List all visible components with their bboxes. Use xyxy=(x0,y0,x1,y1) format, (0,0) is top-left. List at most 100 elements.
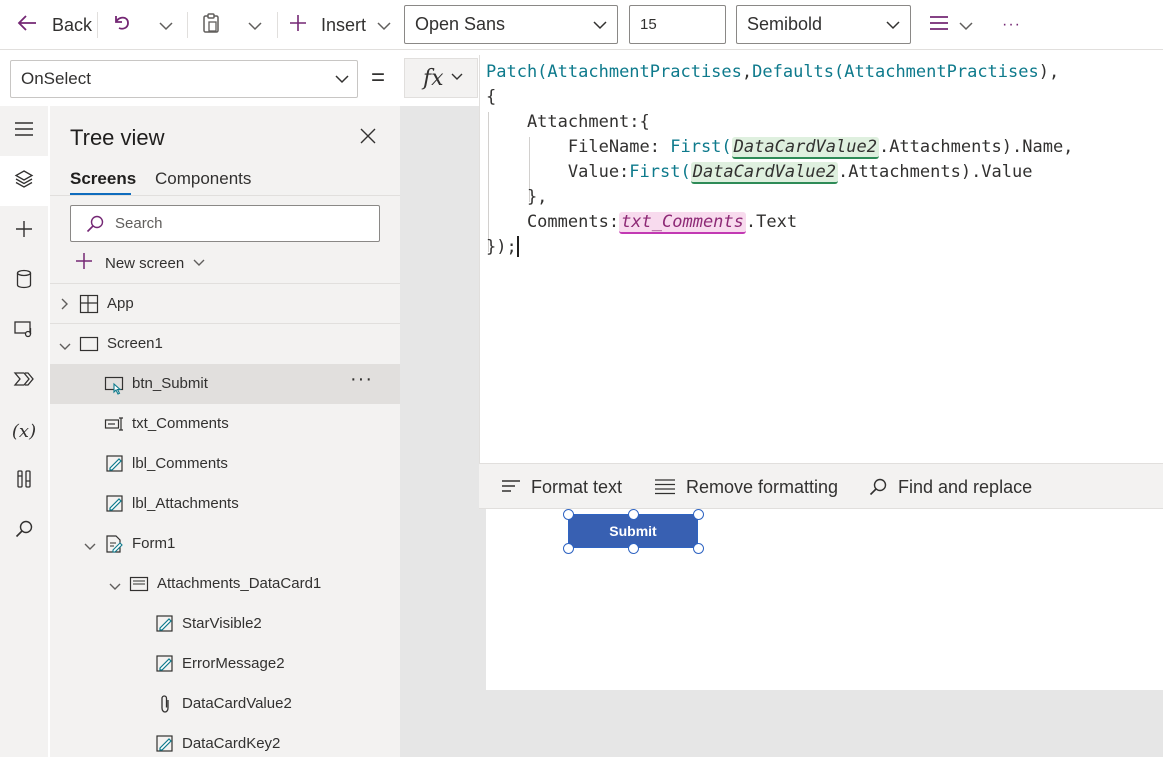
node-label: DataCardValue2 xyxy=(182,695,292,712)
font-weight-select[interactable]: Semibold xyxy=(736,5,911,44)
variables-rail-button[interactable]: (x) xyxy=(0,406,48,456)
resize-handle[interactable] xyxy=(693,509,704,520)
formula-line[interactable]: }); xyxy=(486,235,1073,260)
tree-node-errormessage2[interactable]: ErrorMessage2 xyxy=(50,644,400,684)
font-weight-value: Semibold xyxy=(747,14,823,34)
tree-view-button[interactable] xyxy=(0,156,48,206)
label-control-icon xyxy=(155,654,175,678)
remove-formatting-button[interactable]: Remove formatting xyxy=(654,464,838,510)
chevron-right-icon[interactable] xyxy=(60,297,70,315)
formula-editor[interactable]: Patch(AttachmentPractises,Defaults(Attac… xyxy=(479,55,1163,463)
formula-editor-footer: Format text Remove formatting Find and r… xyxy=(479,463,1163,509)
node-label: ErrorMessage2 xyxy=(182,655,285,672)
node-label: Attachments_DataCard1 xyxy=(157,575,322,592)
insert-button[interactable]: Insert xyxy=(288,0,392,50)
search-icon xyxy=(85,214,105,238)
resize-handle[interactable] xyxy=(563,543,574,554)
chevron-down-icon xyxy=(958,15,974,36)
more-commands-button[interactable]: ··· xyxy=(1002,0,1021,50)
formula-line[interactable]: Attachment:{ xyxy=(486,110,1073,135)
hamburger-menu-button[interactable] xyxy=(0,106,48,156)
find-replace-label: Find and replace xyxy=(898,476,1033,497)
paste-button[interactable] xyxy=(201,0,221,50)
chevron-down-icon xyxy=(376,15,392,36)
resize-handle[interactable] xyxy=(563,509,574,520)
tree-node-txt-comments[interactable]: txt_Comments xyxy=(50,404,400,444)
tree-node-lbl-comments[interactable]: lbl_Comments xyxy=(50,444,400,484)
function-token: AttachmentPractises xyxy=(844,62,1039,82)
code-token: .Text xyxy=(745,212,798,232)
label-control-icon xyxy=(155,734,175,757)
tree-node-form1[interactable]: Form1 xyxy=(50,524,400,564)
paste-dropdown-button[interactable] xyxy=(247,0,263,50)
plus-icon xyxy=(288,13,308,38)
formula-line[interactable]: Patch(AttachmentPractises,Defaults(Attac… xyxy=(486,60,1073,85)
format-text-button[interactable]: Format text xyxy=(501,464,622,510)
tab-components[interactable]: Components xyxy=(155,169,251,189)
node-more-button[interactable]: ··· xyxy=(350,368,373,391)
code-token: ), xyxy=(1038,62,1060,82)
node-label: DataCardKey2 xyxy=(182,735,281,752)
tree-node-btn-submit[interactable]: btn_Submit ··· xyxy=(50,364,400,404)
text-align-button[interactable] xyxy=(928,0,974,50)
format-text-icon xyxy=(501,479,521,495)
font-size-input[interactable]: 15 xyxy=(629,5,726,44)
formula-code[interactable]: Patch(AttachmentPractises,Defaults(Attac… xyxy=(486,60,1073,260)
back-button[interactable]: Back xyxy=(16,0,92,50)
advanced-tools-rail-button[interactable] xyxy=(0,456,48,506)
tree-view-panel: Tree view Screens Components Search New … xyxy=(50,106,400,757)
property-select[interactable]: OnSelect xyxy=(10,60,358,98)
form-icon xyxy=(104,534,124,558)
font-family-value: Open Sans xyxy=(415,14,506,34)
undo-dropdown-button[interactable] xyxy=(158,0,174,50)
flow-icon xyxy=(13,370,35,393)
search-rail-button[interactable] xyxy=(0,506,48,556)
power-automate-rail-button[interactable] xyxy=(0,356,48,406)
search-icon xyxy=(868,477,888,497)
equals-sign: = xyxy=(371,64,386,91)
close-tree-button[interactable] xyxy=(358,126,378,151)
tree-node-datacardvalue2[interactable]: DataCardValue2 xyxy=(50,684,400,724)
tree-node-attachments-datacard1[interactable]: Attachments_DataCard1 xyxy=(50,564,400,604)
text-caret xyxy=(517,236,519,257)
plus-icon xyxy=(74,251,94,275)
chevron-down-icon[interactable] xyxy=(108,579,122,596)
tree-node-app[interactable]: App xyxy=(50,284,400,324)
chevron-down-icon[interactable] xyxy=(83,539,97,556)
insert-rail-button[interactable] xyxy=(0,206,48,256)
tab-screens[interactable]: Screens xyxy=(70,169,136,189)
fx-button[interactable]: fx xyxy=(404,58,478,98)
search-placeholder: Search xyxy=(115,215,163,232)
datacard-icon xyxy=(129,574,149,598)
tree-node-datacardkey2[interactable]: DataCardKey2 xyxy=(50,724,400,757)
formula-line[interactable]: FileName: First(DataCardValue2 .Attachmen… xyxy=(486,135,1073,160)
chevron-down-icon[interactable] xyxy=(58,339,72,356)
tree-node-screen1[interactable]: Screen1 xyxy=(50,324,400,364)
database-icon xyxy=(15,269,33,294)
format-text-label: Format text xyxy=(531,476,623,497)
property-value: OnSelect xyxy=(21,69,91,88)
font-family-select[interactable]: Open Sans xyxy=(404,5,618,44)
data-rail-button[interactable] xyxy=(0,256,48,306)
tree-search-input[interactable]: Search xyxy=(70,205,380,242)
screen-icon xyxy=(79,334,99,358)
formula-line[interactable]: }, xyxy=(486,185,1073,210)
tree-node-lbl-attachments[interactable]: lbl_Attachments xyxy=(50,484,400,524)
label-control-icon xyxy=(105,494,125,518)
code-token: FileName: xyxy=(486,137,671,157)
formula-line[interactable]: Comments: txt_Comments .Text xyxy=(486,210,1073,235)
arrow-left-icon xyxy=(16,14,38,37)
resize-handle[interactable] xyxy=(693,543,704,554)
code-token: .Attachments).Value xyxy=(838,162,1033,182)
formula-line[interactable]: { xyxy=(486,85,1073,110)
undo-button[interactable] xyxy=(112,0,132,50)
new-screen-button[interactable]: New screen xyxy=(74,251,206,275)
resize-handle[interactable] xyxy=(628,509,639,520)
code-token: { xyxy=(486,87,497,107)
plus-icon xyxy=(14,219,34,244)
media-rail-button[interactable] xyxy=(0,306,48,356)
formula-line[interactable]: Value:First(DataCardValue2 .Attachments).… xyxy=(486,160,1073,185)
tree-node-starvisible2[interactable]: StarVisible2 xyxy=(50,604,400,644)
find-replace-button[interactable]: Find and replace xyxy=(868,464,1032,510)
resize-handle[interactable] xyxy=(628,543,639,554)
